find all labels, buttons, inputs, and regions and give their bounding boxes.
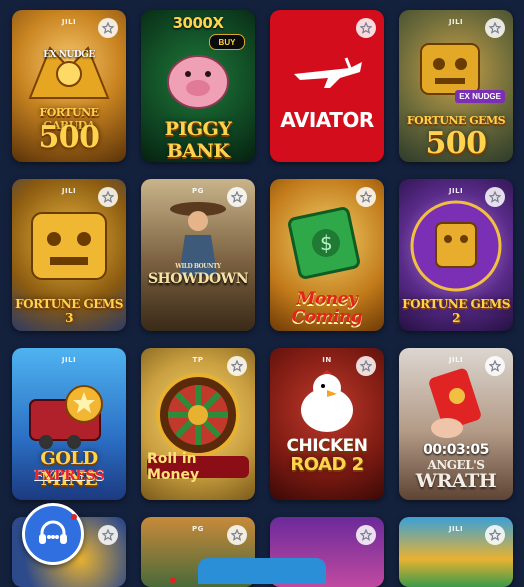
favorite-star-icon[interactable] — [98, 525, 118, 545]
game-title-line2: WRATH — [415, 470, 497, 492]
totem-mask-artwork — [31, 212, 107, 280]
favorite-star-icon[interactable] — [356, 18, 376, 38]
game-tile-money-coming[interactable]: $ Money Coming — [270, 179, 384, 331]
game-tile-roll-in-money[interactable]: TP Roll in Money — [141, 348, 255, 500]
game-tile-aviator[interactable]: AVIATOR — [270, 10, 384, 162]
train-artwork — [29, 385, 103, 449]
headset-icon — [39, 520, 67, 544]
title-banner: Roll in Money — [147, 451, 249, 483]
provider-label: JILI — [61, 356, 77, 364]
nudge-badge: EX NUDGE — [43, 50, 95, 60]
customer-support-button[interactable] — [22, 503, 84, 565]
game-tile-fortune-gems-500[interactable]: JILI EX NUDGE FORTUNE GEMS 500 — [399, 10, 513, 162]
svg-text:$: $ — [320, 231, 333, 255]
red-envelope-artwork — [429, 368, 481, 438]
money-stack-artwork: $ — [288, 207, 360, 279]
game-title: Roll in Money — [147, 451, 200, 483]
chicken-artwork — [301, 370, 353, 432]
game-title-line2: ROAD 2 — [290, 454, 364, 475]
favorite-star-icon[interactable] — [485, 18, 505, 38]
garuda-artwork — [28, 46, 110, 99]
provider-label: PG — [192, 187, 204, 195]
favorite-star-icon[interactable] — [485, 525, 505, 545]
bottom-nav-center-tab[interactable] — [198, 558, 326, 584]
wheel-artwork — [410, 200, 502, 292]
provider-label: JILI — [448, 187, 464, 195]
game-tile-fortune-gems-2[interactable]: JILI FORTUNE GEMS 2 — [399, 179, 513, 331]
game-tile-showdown[interactable]: PG WILD BOUNTY SHOWDOWN — [141, 179, 255, 331]
game-tile-gold-mine-express[interactable]: JILI GOLD MINE EXPRESS — [12, 348, 126, 500]
game-title: FORTUNE GEMS 3 — [15, 297, 123, 325]
favorite-star-icon[interactable] — [98, 187, 118, 207]
provider-label: PG — [192, 525, 204, 533]
game-title: PIGGY BANK — [164, 118, 232, 162]
game-title: CHICKEN — [286, 436, 368, 456]
favorite-star-icon[interactable] — [227, 525, 247, 545]
game-title: Money — [296, 289, 358, 309]
game-title-line2: Coming — [291, 307, 363, 327]
game-title: FORTUNE GEMS 2 — [402, 297, 510, 325]
notification-dot — [170, 577, 176, 583]
game-tile-angels-wrath[interactable]: JILI 00:03:05 ANGEL'S WRATH — [399, 348, 513, 500]
provider-label: IN — [322, 356, 332, 364]
airplane-icon — [294, 57, 362, 88]
notification-dot — [71, 514, 77, 520]
game-subtitle: WILD BOUNTY — [175, 263, 221, 270]
favorite-star-icon[interactable] — [356, 525, 376, 545]
roulette-wheel-artwork — [156, 373, 240, 457]
game-number: 500 — [425, 126, 487, 161]
pig-artwork — [167, 55, 229, 109]
game-tile-row4-d[interactable]: JILI — [399, 517, 513, 587]
game-tile-chicken-road-2[interactable]: IN CHICKEN ROAD 2 — [270, 348, 384, 500]
game-title: AVIATOR — [280, 108, 374, 132]
favorite-star-icon[interactable] — [98, 18, 118, 38]
game-tile-fortune-garuda-500[interactable]: JILI EX NUDGE FORTUNE GARUDA 500 — [12, 10, 126, 162]
game-title-line2: EXPRESS — [33, 468, 105, 484]
provider-label: TP — [192, 356, 204, 364]
countdown-timer: 00:03:05 — [423, 442, 489, 458]
game-title: SHOWDOWN — [147, 271, 249, 287]
provider-label: JILI — [448, 18, 464, 26]
nudge-badge: EX NUDGE — [455, 90, 505, 103]
provider-label: JILI — [61, 187, 77, 195]
game-tile-piggy-bank[interactable]: 3000X BUY PIGGY BANK — [141, 10, 255, 162]
game-number: 500 — [38, 120, 100, 155]
game-tile-fortune-gems-3[interactable]: JILI FORTUNE GEMS 3 — [12, 179, 126, 331]
provider-label: JILI — [61, 18, 77, 26]
game-grid: JILI EX NUDGE FORTUNE GARUDA 500 3000X B… — [12, 10, 513, 587]
provider-label: JILI — [448, 525, 464, 533]
multiplier-label: 3000X — [172, 14, 224, 32]
